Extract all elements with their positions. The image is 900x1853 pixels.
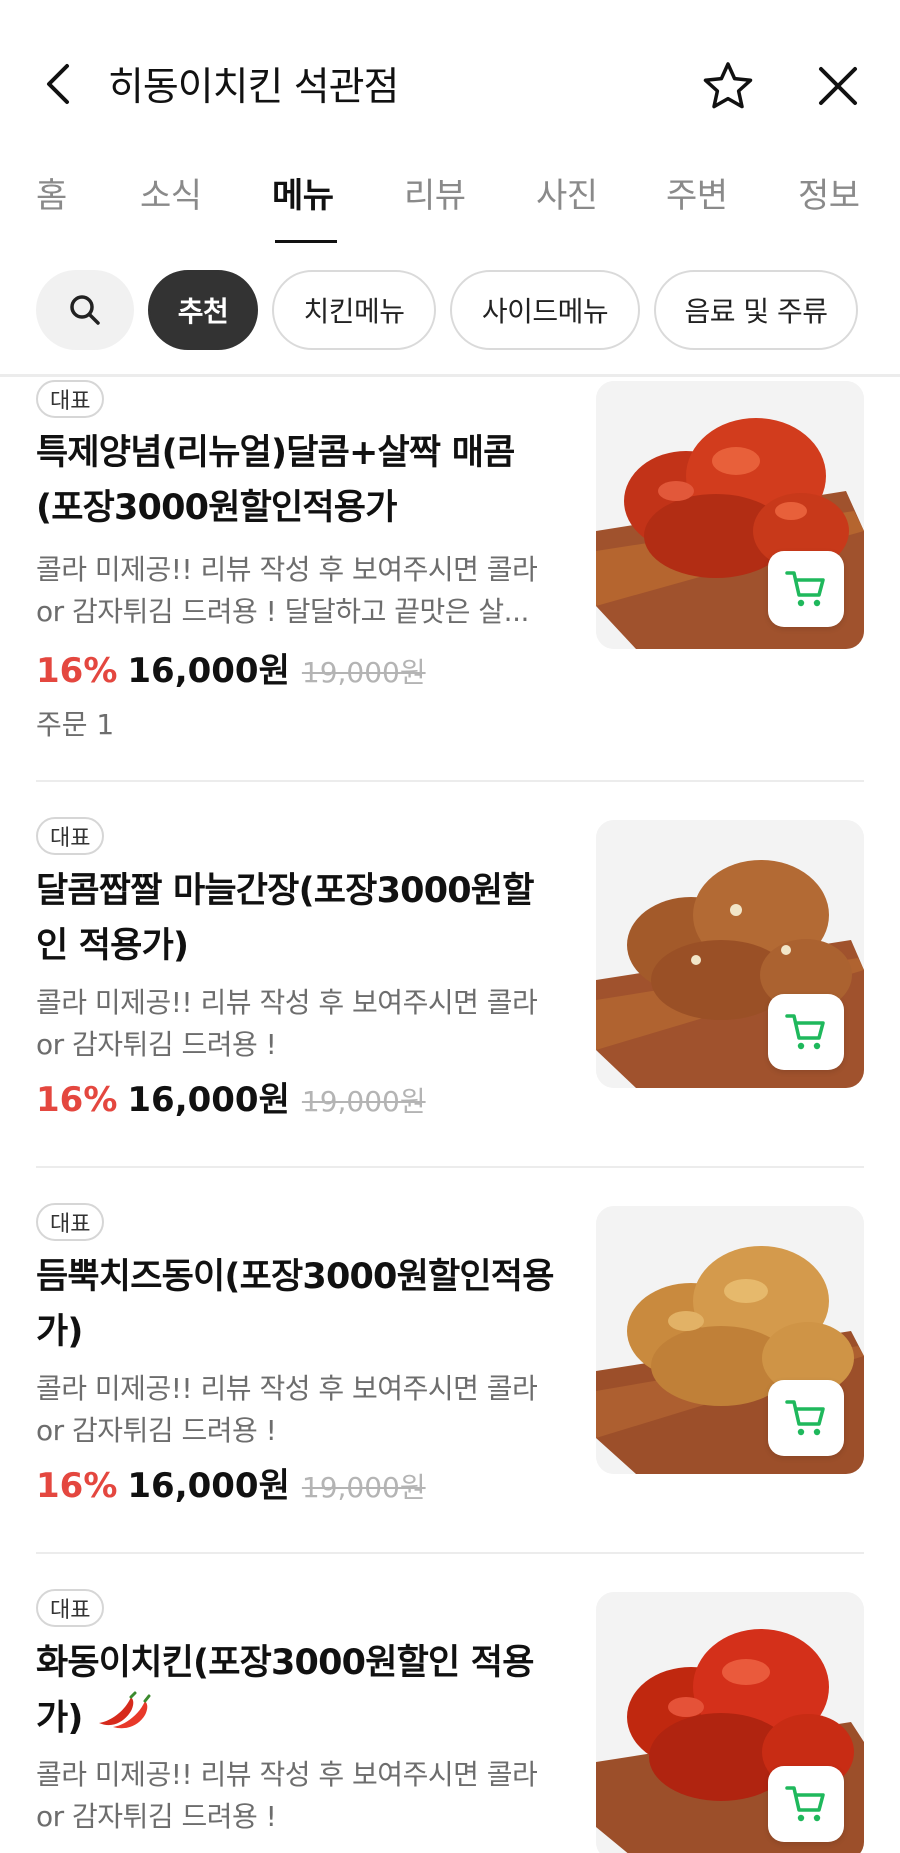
cart-icon [785,1786,825,1822]
tab-news[interactable]: 소식 [140,168,202,217]
menu-search-button[interactable] [36,270,134,350]
menu-item[interactable]: 대표 특제양념(리뉴얼)달콤+살짝 매콤(포장3000원할인적용가 콜라 미제공… [0,377,900,782]
price-row: 16% 16,000원 19,000원 [36,643,426,691]
original-price: 19,000원 [301,1085,426,1118]
chevron-left-icon [47,64,69,104]
menu-item[interactable]: 대표 화동이치킨(포장3000원할인 적용가) 콜라 미제공!! 리뷰 작성 후… [0,1554,900,1853]
sale-price: 16,000원 [127,1466,290,1506]
app-header: 히동이치킨 석관점 [0,0,900,172]
chip-chicken-menu[interactable]: 치킨메뉴 [272,270,436,350]
cart-icon [785,571,825,607]
price-row: 16% 16,000원 19,000원 [36,1458,426,1506]
favorite-button[interactable] [700,58,756,114]
menu-category-chips: 추천 치킨메뉴 사이드메뉴 음료 및 주류 [0,268,900,354]
discount-rate: 16% [36,1466,118,1506]
signature-badge: 대표 [36,817,105,855]
chip-recommended[interactable]: 추천 [148,270,258,350]
menu-item[interactable]: 대표 달콤짭짤 마늘간장(포장3000원할인 적용가) 콜라 미제공!! 리뷰 … [0,782,900,1168]
cart-icon [785,1400,825,1436]
back-button[interactable] [36,62,80,106]
menu-item-description: 콜라 미제공!! 리뷰 작성 후 보여주시면 콜라 or 감자튀김 드려용 ! [36,986,538,1061]
tab-photos[interactable]: 사진 [536,168,598,217]
price-row: 16% 16,000원 19,000원 [36,1072,426,1120]
sale-price: 16,000원 [127,651,290,691]
add-to-cart-button[interactable] [768,1766,844,1842]
original-price: 19,000원 [301,1471,426,1504]
menu-item-name-wrapper: 화동이치킨(포장3000원할인 적용가) [36,1636,556,1748]
active-tab-indicator [275,240,337,243]
chili-pepper-icon [91,1691,155,1748]
menu-item-description: 콜라 미제공!! 리뷰 작성 후 보여주시면 콜라 or 감자튀김 드려용 ! … [36,553,538,628]
tab-menu[interactable]: 메뉴 [272,168,334,217]
menu-item-name: 특제양념(리뉴얼)달콤+살짝 매콤(포장3000원할인적용가 [36,433,515,528]
star-outline-icon [703,62,753,109]
store-title: 히동이치킨 석관점 [108,65,399,110]
search-icon [70,295,100,325]
tab-reviews[interactable]: 리뷰 [404,168,466,217]
signature-badge: 대표 [36,1203,105,1241]
chip-drinks[interactable]: 음료 및 주류 [654,270,858,350]
close-button[interactable] [812,60,864,112]
menu-item-description: 콜라 미제공!! 리뷰 작성 후 보여주시면 콜라 or 감자튀김 드려용 ! [36,1372,538,1447]
original-price: 19,000원 [301,656,426,689]
menu-list: 대표 특제양념(리뉴얼)달콤+살짝 매콤(포장3000원할인적용가 콜라 미제공… [0,377,900,1853]
discount-rate: 16% [36,1080,118,1120]
signature-badge: 대표 [36,380,105,418]
tab-info[interactable]: 정보 [798,168,860,217]
menu-item-description: 콜라 미제공!! 리뷰 작성 후 보여주시면 콜라 or 감자튀김 드려용 ! [36,1758,538,1833]
tab-home[interactable]: 홈 [36,168,67,217]
signature-badge: 대표 [36,1589,105,1627]
menu-item[interactable]: 대표 듬뿍치즈동이(포장3000원할인적용가) 콜라 미제공!! 리뷰 작성 후… [0,1168,900,1554]
close-icon [819,67,857,105]
tab-nearby[interactable]: 주변 [666,168,728,217]
order-count: 주문 1 [36,708,115,741]
chip-side-menu[interactable]: 사이드메뉴 [450,270,640,350]
add-to-cart-button[interactable] [768,994,844,1070]
store-tabs: 홈 소식 메뉴 리뷰 사진 주변 정보 [0,160,900,244]
discount-rate: 16% [36,651,118,691]
sale-price: 16,000원 [127,1080,290,1120]
add-to-cart-button[interactable] [768,1380,844,1456]
menu-item-name: 달콤짭짤 마늘간장(포장3000원할인 적용가) [36,871,534,966]
menu-item-name: 듬뿍치즈동이(포장3000원할인적용가) [36,1257,554,1352]
add-to-cart-button[interactable] [768,551,844,627]
cart-icon [785,1014,825,1050]
